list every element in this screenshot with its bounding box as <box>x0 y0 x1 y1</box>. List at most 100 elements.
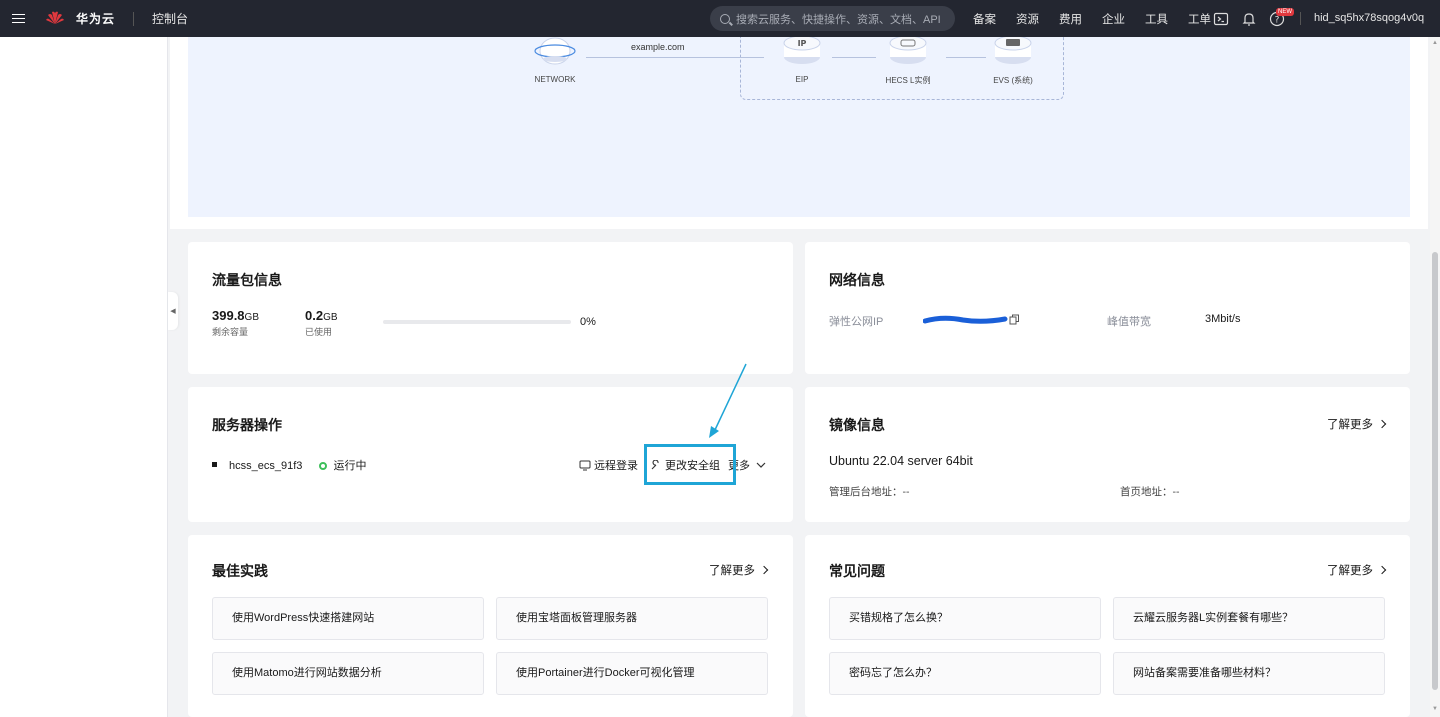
remaining-label: 剩余容量 <box>212 327 249 337</box>
used-value: 0.2 <box>305 308 324 323</box>
server-row: hcss_ecs_91f3 运行中 <box>212 457 366 473</box>
best-practice-card: 最佳实践 了解更多 使用WordPress快速搭建网站 使用宝塔面板管理服务器 … <box>188 535 793 717</box>
os-version: Ubuntu 22.04 server 64bit <box>829 454 973 468</box>
faq-card: 常见问题 了解更多 买错规格了怎么换？ 云耀云服务器L实例套餐有哪些？ 密码忘了… <box>805 535 1410 717</box>
server-icon <box>889 35 927 64</box>
new-badge: NEW <box>1276 8 1294 16</box>
remote-login-label: 远程登录 <box>594 460 638 472</box>
admin-label: 管理后台地址： <box>829 486 903 498</box>
brand-name: 华为云 <box>76 12 116 26</box>
network-card: 网络信息 弹性公网IP 峰值带宽 3Mbit/s <box>805 242 1410 374</box>
practice-item-wordpress[interactable]: 使用WordPress快速搭建网站 <box>212 597 484 640</box>
chevron-down-icon <box>756 462 766 468</box>
used-label: 已使用 <box>305 327 333 337</box>
globe-icon <box>534 37 576 65</box>
faq-more-link[interactable]: 了解更多 <box>1327 562 1387 578</box>
svg-text:IP: IP <box>798 39 807 48</box>
nav-resources[interactable]: 资源 <box>1016 11 1039 27</box>
network-label: NETWORK <box>534 75 576 84</box>
used-unit: GB <box>323 312 338 323</box>
usage-percent: 0% <box>580 316 596 328</box>
network-title: 网络信息 <box>829 272 885 288</box>
faq-item-spec[interactable]: 买错规格了怎么换？ <box>829 597 1101 640</box>
bandwidth-value: 3Mbit/s <box>1205 313 1241 325</box>
user-account[interactable]: hid_sq5hx78sqog4v0q <box>1314 12 1424 24</box>
bell-icon[interactable] <box>1241 11 1257 27</box>
top-icons: ? <box>1213 0 1297 37</box>
search-input[interactable]: 搜索云服务、快捷操作、资源、文档、API <box>710 6 955 31</box>
bullet-icon <box>212 462 217 467</box>
image-title: 镜像信息 <box>829 417 885 433</box>
practice-item-portainer[interactable]: 使用Portainer进行Docker可视化管理 <box>496 652 768 695</box>
status-badge: 运行中 <box>319 460 366 472</box>
evs-label: EVS (系统) <box>993 76 1033 85</box>
architecture-card: NETWORK example.com IP EIP HECS L实例 EVS … <box>170 35 1428 229</box>
used-stat: 0.2GB 已使用 <box>305 308 338 338</box>
search-placeholder: 搜索云服务、快捷操作、资源、文档、API <box>736 13 941 26</box>
eip-field-label: 弹性公网IP <box>829 316 884 328</box>
best-practice-title: 最佳实践 <box>212 563 268 579</box>
scroll-up-icon[interactable]: ▲ <box>1432 40 1438 46</box>
practice-item-baota[interactable]: 使用宝塔面板管理服务器 <box>496 597 768 640</box>
redacted-ip-mark <box>923 315 1008 324</box>
nav-tickets[interactable]: 工单 <box>1188 11 1211 27</box>
nav-billing[interactable]: 费用 <box>1059 11 1082 27</box>
copy-icon[interactable] <box>1009 314 1020 325</box>
best-practice-more-link[interactable]: 了解更多 <box>709 562 769 578</box>
left-sidebar <box>0 37 168 717</box>
faq-more-label: 了解更多 <box>1327 565 1373 577</box>
remaining-stat: 399.8GB 剩余容量 <box>212 308 259 338</box>
image-card: 镜像信息 了解更多 Ubuntu 22.04 server 64bit 管理后台… <box>805 387 1410 522</box>
usage-progress-bar <box>383 320 571 324</box>
annotation-highlight-box <box>644 444 736 485</box>
divider <box>133 11 135 26</box>
eip-icon: IP <box>783 35 821 64</box>
annotation-arrow <box>709 363 747 438</box>
menu-icon[interactable] <box>0 0 36 37</box>
scrollbar-thumb[interactable] <box>1432 252 1438 690</box>
image-more-label: 了解更多 <box>1327 419 1373 431</box>
nav-enterprise[interactable]: 企业 <box>1102 11 1125 27</box>
svg-text:?: ? <box>1275 15 1280 25</box>
remaining-unit: GB <box>244 312 259 323</box>
evs-node: EVS (系统) <box>984 35 1042 86</box>
domain-label: example.com <box>631 42 685 52</box>
terminal-icon[interactable] <box>1213 11 1229 27</box>
connector-line <box>832 57 876 58</box>
hecs-node: HECS L实例 <box>878 35 938 86</box>
server-name[interactable]: hcss_ecs_91f3 <box>229 460 302 472</box>
home-address: 首页地址：-- <box>1120 484 1180 499</box>
best-practice-more-label: 了解更多 <box>709 565 755 577</box>
console-link[interactable]: 控制台 <box>152 10 188 27</box>
architecture-diagram: NETWORK example.com IP EIP HECS L实例 EVS … <box>188 35 1410 217</box>
running-status-icon <box>319 462 328 470</box>
faq-item-beian[interactable]: 网站备案需要准备哪些材料？ <box>1113 652 1385 695</box>
traffic-title: 流量包信息 <box>212 272 282 288</box>
eip-node: IP EIP <box>780 35 824 84</box>
monitor-icon <box>579 460 591 470</box>
top-nav-links: 备案 资源 费用 企业 工具 工单 <box>973 0 1231 37</box>
server-ops-title: 服务器操作 <box>212 417 282 433</box>
practice-item-matomo[interactable]: 使用Matomo进行网站数据分析 <box>212 652 484 695</box>
faq-title: 常见问题 <box>829 563 885 579</box>
remote-login-button[interactable]: 远程登录 <box>579 457 638 473</box>
faq-item-packages[interactable]: 云耀云服务器L实例套餐有哪些？ <box>1113 597 1385 640</box>
search-icon <box>720 13 730 24</box>
image-more-link[interactable]: 了解更多 <box>1327 416 1387 432</box>
home-label: 首页地址： <box>1120 486 1173 498</box>
disk-icon <box>994 35 1032 64</box>
hecs-label: HECS L实例 <box>885 76 931 85</box>
scroll-down-icon[interactable]: ▼ <box>1432 706 1438 712</box>
connector-line <box>586 57 764 58</box>
nav-tools[interactable]: 工具 <box>1145 11 1168 27</box>
connector-line <box>946 57 986 58</box>
remaining-value: 399.8 <box>212 308 245 323</box>
nav-beian[interactable]: 备案 <box>973 11 996 27</box>
traffic-card: 流量包信息 399.8GB 剩余容量 0.2GB 已使用 0% <box>188 242 793 374</box>
divider <box>1300 12 1301 25</box>
huawei-logo-icon <box>46 11 64 24</box>
huawei-cloud-logo[interactable]: 华为云 <box>44 8 115 30</box>
faq-item-password[interactable]: 密码忘了怎么办？ <box>829 652 1101 695</box>
chevron-right-icon <box>1377 565 1387 575</box>
status-text: 运行中 <box>333 460 367 472</box>
